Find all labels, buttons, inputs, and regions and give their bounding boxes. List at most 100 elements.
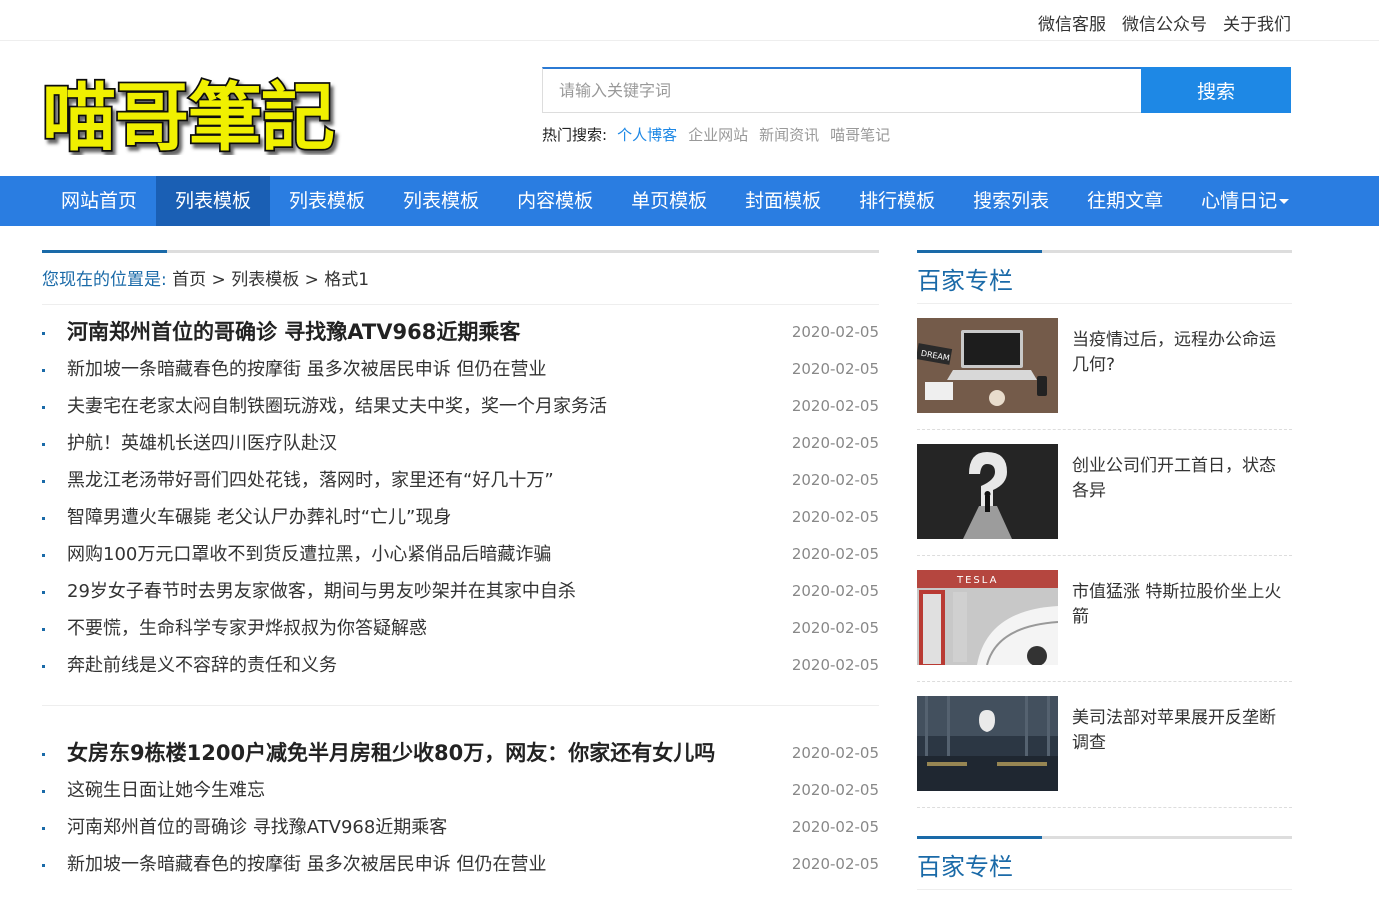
article-date: 2020-02-05	[791, 781, 879, 799]
breadcrumb-label: 您现在的位置是:	[42, 270, 167, 290]
main-nav: 网站首页 列表模板 列表模板 列表模板 内容模板 单页模板 封面模板 排行模板 …	[0, 176, 1379, 226]
article-title-link[interactable]: 智障男遭火车碾毙 老父认尸办葬礼时“亡儿”现身	[67, 507, 451, 528]
article-title-link[interactable]: 护航！英雄机长送四川医疗队赴汉	[67, 433, 337, 454]
nav-item-home[interactable]: 网站首页	[42, 176, 156, 226]
search-input[interactable]	[542, 67, 1141, 113]
svg-text:TESLA: TESLA	[956, 575, 998, 586]
hot-keyword[interactable]: 喵哥笔记	[830, 124, 890, 145]
section-divider	[42, 250, 879, 253]
article-date: 2020-02-05	[791, 471, 879, 489]
list-item: 新加坡一条暗藏春色的按摩街 虽多次被居民申诉 但仍在营业 2020-02-05	[42, 846, 879, 883]
article-date: 2020-02-05	[791, 656, 879, 674]
section-divider	[917, 836, 1292, 839]
nav-item-list-template[interactable]: 列表模板	[384, 176, 498, 226]
logo-graphic: 喵哥筆記	[40, 73, 337, 163]
search-button[interactable]: 搜索	[1141, 67, 1291, 113]
sidebar: 百家专栏 DREAM 当疫情过后，远程办公命运几何? 创业公司们开工首日，状态各…	[917, 250, 1292, 890]
article-date: 2020-02-05	[791, 855, 879, 873]
nav-item-search-list[interactable]: 搜索列表	[954, 176, 1068, 226]
article-title-link[interactable]: 河南郑州首位的哥确诊 寻找豫ATV968近期乘客	[67, 817, 447, 838]
list-item: 网购100万元口罩收不到货反遭拉黑，小心紧俏品后暗藏诈骗 2020-02-05	[42, 536, 879, 573]
nav-item-cover-template[interactable]: 封面模板	[726, 176, 840, 226]
sidebar-article-title[interactable]: 创业公司们开工首日，状态各异	[1072, 454, 1287, 504]
article-title-link[interactable]: 女房东9栋楼1200户减免半月房租少收80万，网友：你家还有女儿吗	[67, 741, 715, 765]
article-title-link[interactable]: 29岁女子春节时去男友家做客，期间与男友吵架并在其家中自杀	[67, 581, 576, 602]
hot-keyword[interactable]: 新闻资讯	[759, 124, 819, 145]
hot-keyword[interactable]: 个人博客	[617, 124, 677, 145]
nav-item-diary-label: 心情日记	[1201, 190, 1278, 212]
nav-item-ranking-template[interactable]: 排行模板	[840, 176, 954, 226]
section-divider	[917, 250, 1292, 253]
article-title-link[interactable]: 夫妻宅在老家太闷自制铁圈玩游戏，结果丈夫中奖，奖一个月家务活	[67, 396, 607, 417]
list-item: 河南郑州首位的哥确诊 寻找豫ATV968近期乘客 2020-02-05	[42, 809, 879, 846]
list-item: 29岁女子春节时去男友家做客，期间与男友吵架并在其家中自杀 2020-02-05	[42, 573, 879, 610]
nav-item-diary[interactable]: 心情日记	[1182, 176, 1308, 226]
list-item: 智障男遭火车碾毙 老父认尸办葬礼时“亡儿”现身 2020-02-05	[42, 499, 879, 536]
laptop-desk-photo-icon[interactable]: DREAM	[917, 318, 1058, 413]
apple-store-photo-icon[interactable]	[917, 696, 1058, 791]
breadcrumb-current: 格式1	[324, 270, 370, 290]
question-mark-photo-icon[interactable]	[917, 444, 1058, 539]
article-title-link[interactable]: 奔赴前线是义不容辞的责任和义务	[67, 655, 337, 676]
caret-down-icon	[1279, 199, 1290, 204]
search-bar: 搜索	[542, 67, 1291, 113]
list-item: 不要慌，生命科学专家尹烨叔叔为你答疑解惑 2020-02-05	[42, 610, 879, 647]
top-links: 微信客服 微信公众号 关于我们	[1038, 10, 1291, 35]
list-item: 奔赴前线是义不容辞的责任和义务 2020-02-05	[42, 647, 879, 684]
article-title-link[interactable]: 新加坡一条暗藏春色的按摩街 虽多次被居民申诉 但仍在营业	[67, 854, 546, 875]
list-item: 女房东9栋楼1200户减免半月房租少收80万，网友：你家还有女儿吗 2020-02…	[42, 735, 879, 772]
article-date: 2020-02-05	[791, 744, 879, 762]
list-item: 护航！英雄机长送四川医疗队赴汉 2020-02-05	[42, 425, 879, 462]
article-date: 2020-02-05	[791, 508, 879, 526]
sidebar-article-title[interactable]: 美司法部对苹果展开反垄断调查	[1072, 706, 1287, 756]
top-bar: 微信客服 微信公众号 关于我们	[0, 0, 1379, 41]
article-list: 女房东9栋楼1200户减免半月房租少收80万，网友：你家还有女儿吗 2020-02…	[42, 706, 879, 904]
article-date: 2020-02-05	[791, 434, 879, 452]
article-title-link[interactable]: 这碗生日面让她今生难忘	[67, 780, 265, 801]
wechat-service-link[interactable]: 微信客服	[1038, 10, 1106, 35]
article-title-link[interactable]: 不要慌，生命科学专家尹烨叔叔为你答疑解惑	[67, 618, 427, 639]
site-logo[interactable]: 喵哥筆記	[40, 63, 342, 163]
breadcrumb-list-template[interactable]: 列表模板	[231, 270, 299, 290]
tesla-charger-photo-icon[interactable]: TESLA	[917, 570, 1058, 665]
wechat-official-link[interactable]: 微信公众号	[1122, 10, 1207, 35]
sidebar-article: 美司法部对苹果展开反垄断调查	[917, 682, 1292, 808]
sidebar-article: 创业公司们开工首日，状态各异	[917, 430, 1292, 556]
article-title-link[interactable]: 河南郑州首位的哥确诊 寻找豫ATV968近期乘客	[67, 320, 520, 344]
header: 喵哥筆記 搜索 热门搜索: 个人博客 企业网站 新闻资讯 喵哥笔记	[0, 41, 1379, 176]
article-date: 2020-02-05	[791, 582, 879, 600]
article-date: 2020-02-05	[791, 818, 879, 836]
sidebar-article-title[interactable]: 市值猛涨 特斯拉股价坐上火箭	[1072, 580, 1287, 630]
list-item: 这碗生日面让她今生难忘 2020-02-05	[42, 772, 879, 809]
article-date: 2020-02-05	[791, 323, 879, 341]
article-title-link[interactable]: 新加坡一条暗藏春色的按摩街 虽多次被居民申诉 但仍在营业	[67, 359, 546, 380]
nav-item-content-template[interactable]: 内容模板	[498, 176, 612, 226]
list-item: 新加坡一条暗藏春色的按摩街 虽多次被居民申诉 但仍在营业 2020-02-05	[42, 351, 879, 388]
breadcrumb-separator: >	[211, 270, 226, 290]
sidebar-section: 百家专栏	[917, 836, 1292, 890]
list-item: 夫妻宅在老家太闷自制铁圈玩游戏，结果丈夫中奖，奖一个月家务活 2020-02-05	[42, 388, 879, 425]
nav-item-archive[interactable]: 往期文章	[1068, 176, 1182, 226]
sidebar-title: 百家专栏	[917, 253, 1292, 304]
article-date: 2020-02-05	[791, 619, 879, 637]
breadcrumb-home[interactable]: 首页	[172, 270, 206, 290]
hot-search-label: 热门搜索:	[542, 126, 608, 144]
sidebar-title: 百家专栏	[917, 839, 1292, 890]
breadcrumb-separator: >	[304, 270, 319, 290]
svg-text:喵哥筆記: 喵哥筆記	[42, 75, 334, 155]
article-list: 河南郑州首位的哥确诊 寻找豫ATV968近期乘客 2020-02-05 新加坡一条…	[42, 305, 879, 706]
nav-item-list-template[interactable]: 列表模板	[156, 176, 271, 226]
sidebar-article: TESLA 市值猛涨 特斯拉股价坐上火箭	[917, 556, 1292, 682]
article-date: 2020-02-05	[791, 545, 879, 563]
main-content: 您现在的位置是: 首页 > 列表模板 > 格式1 河南郑州首位的哥确诊 寻找豫A…	[42, 250, 879, 904]
hot-keyword[interactable]: 企业网站	[688, 124, 748, 145]
nav-item-list-template[interactable]: 列表模板	[270, 176, 384, 226]
about-us-link[interactable]: 关于我们	[1223, 10, 1291, 35]
list-item: 河南郑州首位的哥确诊 寻找豫ATV968近期乘客 2020-02-05	[42, 314, 879, 351]
sidebar-article-title[interactable]: 当疫情过后，远程办公命运几何?	[1072, 328, 1287, 378]
article-title-link[interactable]: 网购100万元口罩收不到货反遭拉黑，小心紧俏品后暗藏诈骗	[67, 544, 551, 565]
nav-item-single-page[interactable]: 单页模板	[612, 176, 726, 226]
list-item: 黑龙江老汤带好哥们四处花钱，落网时，家里还有“好几十万” 2020-02-05	[42, 462, 879, 499]
breadcrumb: 您现在的位置是: 首页 > 列表模板 > 格式1	[42, 253, 879, 305]
article-title-link[interactable]: 黑龙江老汤带好哥们四处花钱，落网时，家里还有“好几十万”	[67, 470, 554, 491]
